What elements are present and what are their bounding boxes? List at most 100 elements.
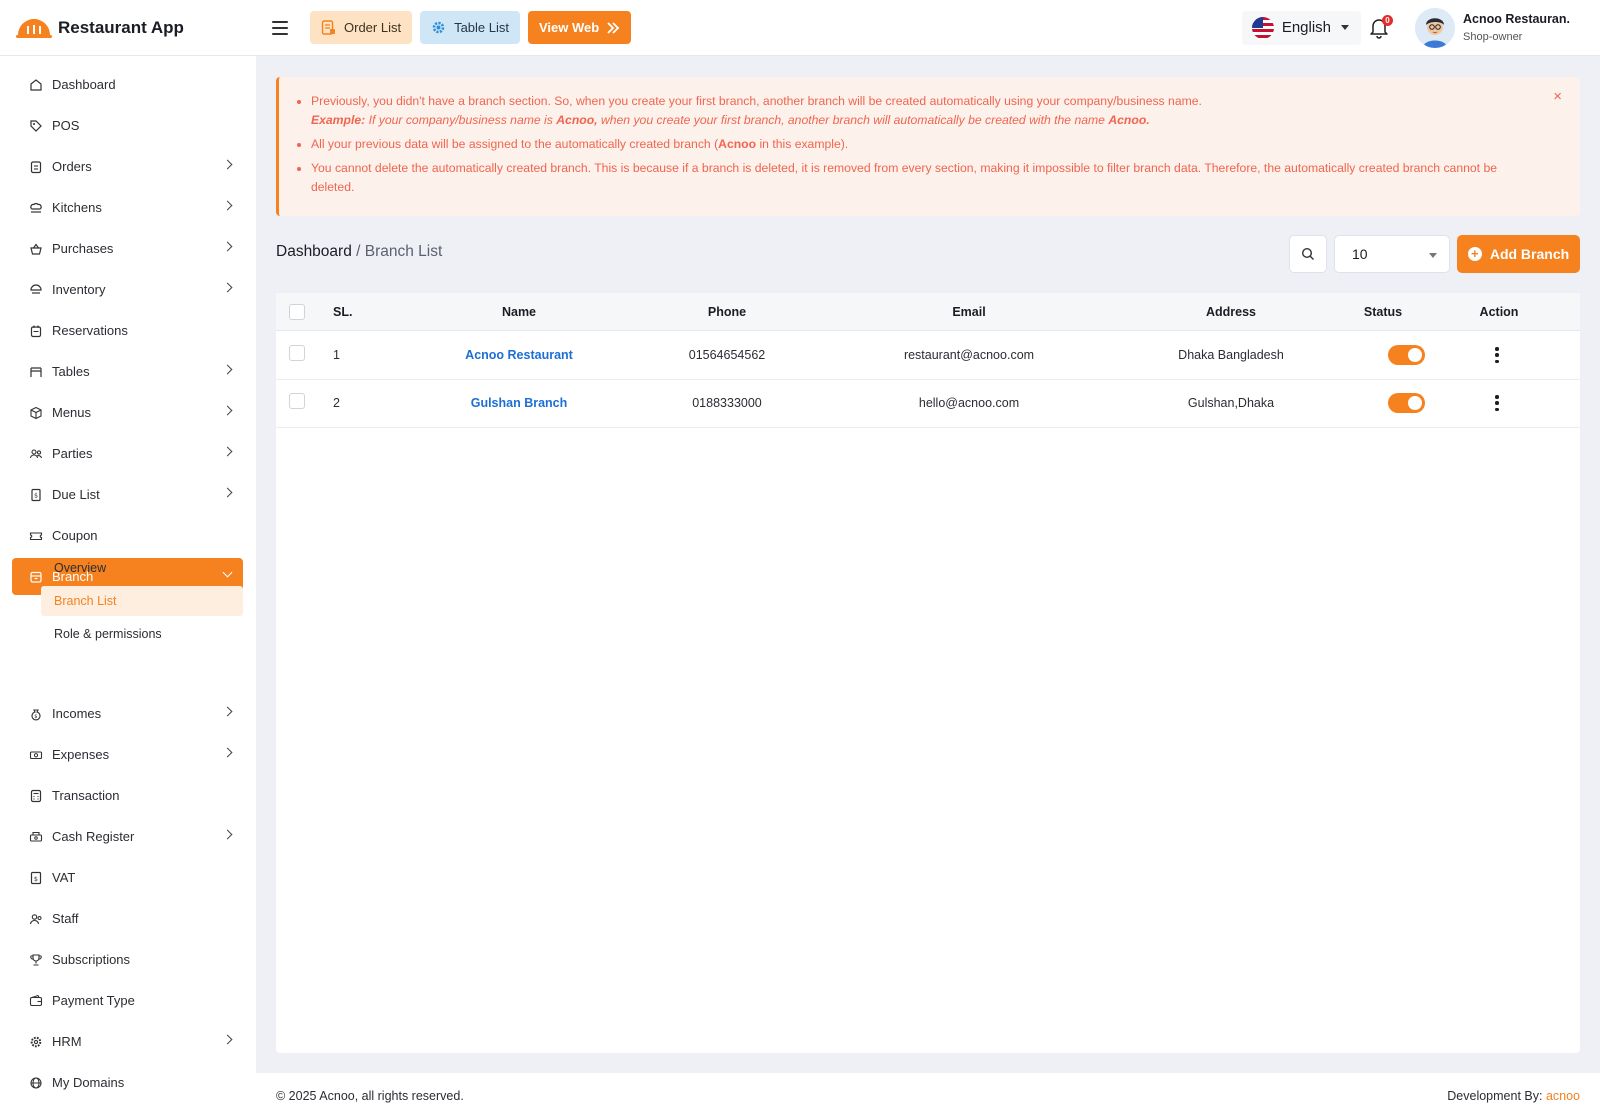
- more-actions-icon[interactable]: [1492, 394, 1502, 412]
- users-icon: [29, 447, 43, 461]
- sidebar-item-label: POS: [52, 118, 80, 133]
- sidebar-item-vat[interactable]: $ VAT: [12, 859, 243, 896]
- sidebar-item-parties[interactable]: Parties: [12, 435, 243, 472]
- chevron-right-icon: [222, 829, 233, 840]
- chevron-right-icon: [222, 747, 233, 758]
- sidebar-item-label: Orders: [52, 159, 92, 174]
- inventory-icon: [29, 283, 43, 297]
- sidebar-item-menus[interactable]: Menus: [12, 394, 243, 431]
- sidebar-item-kitchens[interactable]: Kitchens: [12, 189, 243, 226]
- header-action: Action: [1479, 304, 1519, 319]
- sidebar-item-orders[interactable]: Orders: [12, 148, 243, 185]
- user-profile[interactable]: Acnoo Restauran. Shop-owner: [1415, 7, 1570, 48]
- chevron-right-icon: [222, 159, 233, 170]
- restaurant-logo-icon: [16, 18, 52, 38]
- box-icon: [29, 406, 43, 420]
- per-page-select[interactable]: 10: [1334, 235, 1450, 273]
- sidebar-item-hrm[interactable]: HRM: [12, 1023, 243, 1060]
- breadcrumb-current: Branch List: [364, 243, 443, 260]
- brand[interactable]: Restaurant App: [0, 17, 256, 39]
- sidebar-item-incomes[interactable]: $ Incomes: [12, 695, 243, 732]
- table-gear-icon: [432, 21, 445, 34]
- row-sl: 1: [333, 348, 340, 362]
- sidebar-item-purchases[interactable]: Purchases: [12, 230, 243, 267]
- sidebar-item-subscriptions[interactable]: Subscriptions: [12, 941, 243, 978]
- app-name: Restaurant App: [58, 17, 184, 37]
- sidebar-item-cash-register[interactable]: Cash Register: [12, 818, 243, 855]
- breadcrumb: Dashboard / Branch List: [276, 243, 442, 261]
- sidebar-item-label: Due List: [52, 487, 100, 502]
- branch-info-alert: Previously, you didn't have a branch sec…: [276, 77, 1580, 216]
- search-button[interactable]: [1289, 235, 1327, 273]
- alert-line-2-bold: Acnoo: [718, 137, 757, 151]
- sidebar-item-label: Payment Type: [52, 993, 135, 1008]
- select-all-checkbox[interactable]: [289, 304, 305, 320]
- chevron-right-icon: [222, 200, 233, 211]
- table-list-label: Table List: [454, 20, 509, 35]
- caret-down-icon: [1341, 25, 1350, 30]
- notification-bell[interactable]: 0: [1367, 14, 1394, 41]
- hamburger-menu-icon[interactable]: [272, 17, 294, 39]
- chevron-right-icon: [222, 487, 233, 498]
- money-bag-icon: $: [29, 707, 43, 721]
- alert-example-pre: If your company/business name is: [365, 113, 557, 127]
- row-checkbox[interactable]: [289, 393, 305, 409]
- sidebar: Dashboard POS Orders Kitchens Purchases Inven…: [0, 56, 256, 1119]
- add-branch-button[interactable]: + Add Branch: [1457, 235, 1580, 273]
- notification-count-badge: 0: [1382, 14, 1394, 26]
- developer-label: Development By:: [1447, 1089, 1546, 1103]
- table-row: 2 Gulshan Branch 0188333000 hello@acnoo.com…: [276, 379, 1580, 428]
- row-address: Dhaka Bangladesh: [1178, 348, 1284, 362]
- header-status: Status: [1363, 304, 1403, 319]
- branch-sub-item-branch-list[interactable]: Branch List: [41, 586, 243, 616]
- sidebar-item-coupon[interactable]: Coupon: [12, 517, 243, 554]
- sidebar-item-label: Purchases: [52, 241, 114, 256]
- sidebar-item-transaction[interactable]: Transaction: [12, 777, 243, 814]
- branch-name-link[interactable]: Gulshan Branch: [459, 396, 579, 410]
- order-list-button[interactable]: Order List: [310, 11, 413, 44]
- dashboard-icon: [29, 78, 43, 92]
- chevron-right-icon: [222, 364, 233, 375]
- svg-text:$: $: [34, 714, 37, 720]
- branch-name-link[interactable]: Acnoo Restaurant: [459, 348, 579, 362]
- close-icon[interactable]: ×: [1553, 88, 1562, 105]
- language-selector[interactable]: English: [1241, 10, 1362, 45]
- breadcrumb-dashboard[interactable]: Dashboard: [276, 243, 352, 260]
- sidebar-item-staff[interactable]: Staff: [12, 900, 243, 937]
- calculator-icon: [29, 789, 43, 803]
- sidebar-item-expenses[interactable]: Expenses: [12, 736, 243, 773]
- status-toggle[interactable]: [1388, 345, 1425, 365]
- sidebar-item-reservations[interactable]: Reservations: [12, 312, 243, 349]
- sidebar-item-my-domains[interactable]: My Domains: [12, 1064, 243, 1101]
- sidebar-item-label: Menus: [52, 405, 92, 420]
- branch-sub-item-overview[interactable]: Overview: [41, 553, 243, 583]
- row-sl: 2: [333, 396, 340, 410]
- add-branch-label: Add Branch: [1489, 246, 1570, 262]
- breadcrumb-separator: /: [351, 243, 365, 260]
- alert-item-2: All your previous data will be assigned …: [297, 135, 1540, 154]
- more-actions-icon[interactable]: [1492, 346, 1502, 364]
- sidebar-item-pos[interactable]: POS: [12, 107, 243, 144]
- status-toggle[interactable]: [1388, 393, 1425, 413]
- sidebar-item-label: Kitchens: [52, 200, 102, 215]
- sidebar-item-label: HRM: [52, 1034, 82, 1049]
- sidebar-item-inventory[interactable]: Inventory: [12, 271, 243, 308]
- row-checkbox[interactable]: [289, 345, 305, 361]
- sidebar-item-label: Tables: [52, 364, 90, 379]
- alert-example-label: Example:: [311, 113, 366, 127]
- sidebar-item-due-list[interactable]: $ Due List: [12, 476, 243, 513]
- branch-table: SL. Name Phone Email Address Status Acti…: [276, 293, 1580, 1053]
- row-email: hello@acnoo.com: [918, 396, 1020, 410]
- view-web-button[interactable]: View Web: [528, 11, 632, 44]
- sidebar-item-label: Expenses: [52, 747, 110, 762]
- developer-link[interactable]: acnoo: [1546, 1089, 1580, 1103]
- header-name: Name: [501, 304, 537, 319]
- sidebar-item-dashboard[interactable]: Dashboard: [12, 66, 243, 103]
- branch-sub-item-role-permissions[interactable]: Role & permissions: [41, 619, 243, 649]
- header-right: English 0 Acnoo Restauran. Shop-owner: [1241, 0, 1600, 56]
- trophy-icon: [29, 953, 43, 967]
- table-list-button[interactable]: Table List: [420, 11, 520, 44]
- sidebar-item-payment-type[interactable]: Payment Type: [12, 982, 243, 1019]
- sidebar-item-label: Parties: [52, 446, 93, 461]
- sidebar-item-tables[interactable]: Tables: [12, 353, 243, 390]
